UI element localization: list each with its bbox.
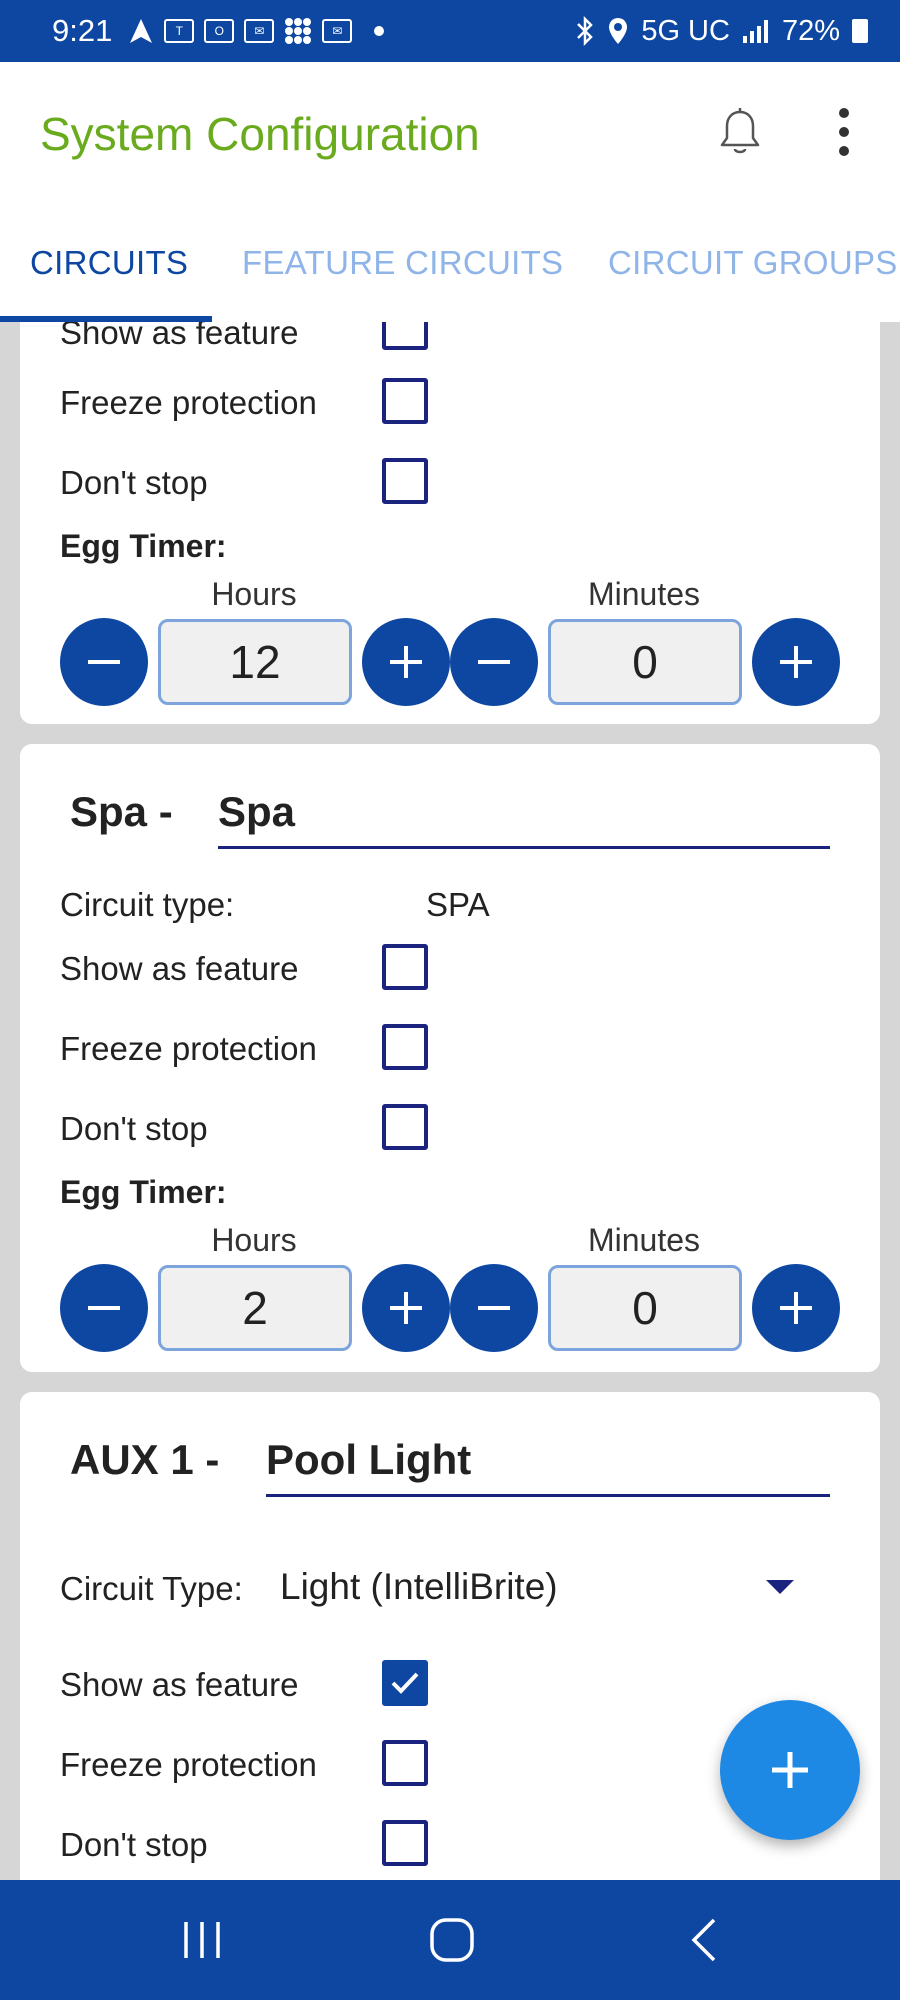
hours-increment-button[interactable]: [362, 618, 450, 706]
minus-icon: [88, 1306, 120, 1310]
circuit-type-label: Circuit Type:: [60, 1570, 243, 1607]
hours-decrement-button[interactable]: [60, 618, 148, 706]
minus-icon: [88, 660, 120, 664]
outlook-icon: O: [204, 19, 235, 43]
home-icon[interactable]: [422, 1910, 482, 1970]
status-bar: 9:21 T O ✉ ✉ 5G UC 72%: [0, 0, 900, 62]
circuit-type-selected: Light (IntelliBrite): [280, 1566, 558, 1607]
hours-label: Hours: [211, 1222, 297, 1258]
mail-icon-2: ✉: [322, 19, 353, 43]
plus-icon: [772, 1752, 808, 1788]
plus-icon: [390, 1292, 422, 1324]
mail-icon: ✉: [244, 19, 275, 43]
circuit-card-spa: Spa - Spa Circuit type: SPA Show as feat…: [20, 744, 880, 1372]
status-time: 9:21: [52, 13, 113, 48]
hours-input[interactable]: 2: [158, 1265, 352, 1351]
minutes-input[interactable]: 0: [548, 1265, 742, 1351]
plus-icon: [390, 646, 422, 678]
show-as-feature-checkbox[interactable]: [382, 1660, 428, 1706]
dropdown-arrow-icon: [766, 1580, 794, 1594]
notification-icons: T O ✉ ✉: [128, 17, 385, 45]
circuit-type-label: Circuit type:: [60, 886, 235, 923]
minutes-increment-button[interactable]: [752, 618, 840, 706]
circuit-id-label: Spa -: [70, 788, 173, 835]
show-as-feature-checkbox[interactable]: [382, 322, 428, 350]
show-as-feature-label: Show as feature: [60, 1666, 299, 1703]
show-as-feature-label: Show as feature: [60, 322, 299, 351]
dont-stop-checkbox[interactable]: [382, 1820, 428, 1866]
dont-stop-label: Don't stop: [60, 1110, 208, 1147]
minus-icon: [478, 1306, 510, 1310]
network-type: 5G UC: [641, 14, 730, 47]
system-navigation-bar: [0, 1880, 900, 2000]
freeze-protection-checkbox[interactable]: [382, 1024, 428, 1070]
apps-icon: [285, 18, 312, 44]
minus-icon: [478, 660, 510, 664]
freeze-protection-label: Freeze protection: [60, 384, 317, 421]
bluetooth-icon: [577, 16, 594, 46]
tab-circuit-groups[interactable]: CIRCUIT GROUPS: [608, 244, 898, 282]
navigation-icon: [130, 19, 153, 43]
overflow-menu-icon[interactable]: [820, 104, 868, 160]
dont-stop-label: Don't stop: [60, 464, 208, 501]
hours-decrement-button[interactable]: [60, 1264, 148, 1352]
circuit-type-value: SPA: [426, 886, 490, 923]
battery-percent: 72%: [781, 14, 840, 47]
freeze-protection-checkbox[interactable]: [382, 378, 428, 424]
circuit-card-partial: Show as feature Freeze protection Don't …: [20, 322, 880, 724]
teams-icon: T: [164, 19, 195, 43]
dont-stop-checkbox[interactable]: [382, 458, 428, 504]
plus-icon: [780, 1292, 812, 1324]
egg-timer-label: Egg Timer:: [60, 1174, 227, 1210]
hours-input[interactable]: 12: [158, 619, 352, 705]
hours-label: Hours: [211, 576, 297, 612]
notifications-bell-icon[interactable]: [712, 104, 768, 160]
minutes-decrement-button[interactable]: [450, 1264, 538, 1352]
minutes-decrement-button[interactable]: [450, 618, 538, 706]
plus-icon: [780, 646, 812, 678]
circuit-name-input[interactable]: Pool Light: [266, 1436, 830, 1497]
more-notifications-dot: [374, 26, 385, 36]
minutes-label: Minutes: [587, 576, 701, 612]
battery-icon: [852, 19, 868, 43]
minutes-increment-button[interactable]: [752, 1264, 840, 1352]
recent-apps-icon[interactable]: [172, 1910, 232, 1970]
circuit-id-label: AUX 1 -: [70, 1436, 220, 1483]
show-as-feature-checkbox[interactable]: [382, 944, 428, 990]
freeze-protection-label: Freeze protection: [60, 1746, 317, 1783]
hours-increment-button[interactable]: [362, 1264, 450, 1352]
location-icon: [609, 18, 628, 44]
dont-stop-checkbox[interactable]: [382, 1104, 428, 1150]
signal-icon: [742, 20, 768, 43]
minutes-input[interactable]: 0: [548, 619, 742, 705]
egg-timer-label: Egg Timer:: [60, 528, 227, 564]
app-bar: System Configuration: [0, 62, 900, 204]
back-icon[interactable]: [676, 1910, 736, 1970]
tab-bar: CIRCUITS FEATURE CIRCUITS CIRCUIT GROUPS: [0, 204, 900, 322]
circuit-list[interactable]: Show as feature Freeze protection Don't …: [0, 322, 900, 1880]
show-as-feature-label: Show as feature: [60, 950, 299, 987]
circuit-name-input[interactable]: Spa: [218, 788, 830, 849]
page-title: System Configuration: [40, 108, 480, 160]
tab-circuits[interactable]: CIRCUITS: [30, 244, 188, 282]
dont-stop-label: Don't stop: [60, 1826, 208, 1863]
tab-feature-circuits[interactable]: FEATURE CIRCUITS: [242, 244, 563, 282]
minutes-label: Minutes: [587, 1222, 701, 1258]
add-circuit-button[interactable]: [720, 1700, 860, 1840]
freeze-protection-label: Freeze protection: [60, 1030, 317, 1067]
checkmark-icon: [391, 1672, 419, 1694]
freeze-protection-checkbox[interactable]: [382, 1740, 428, 1786]
